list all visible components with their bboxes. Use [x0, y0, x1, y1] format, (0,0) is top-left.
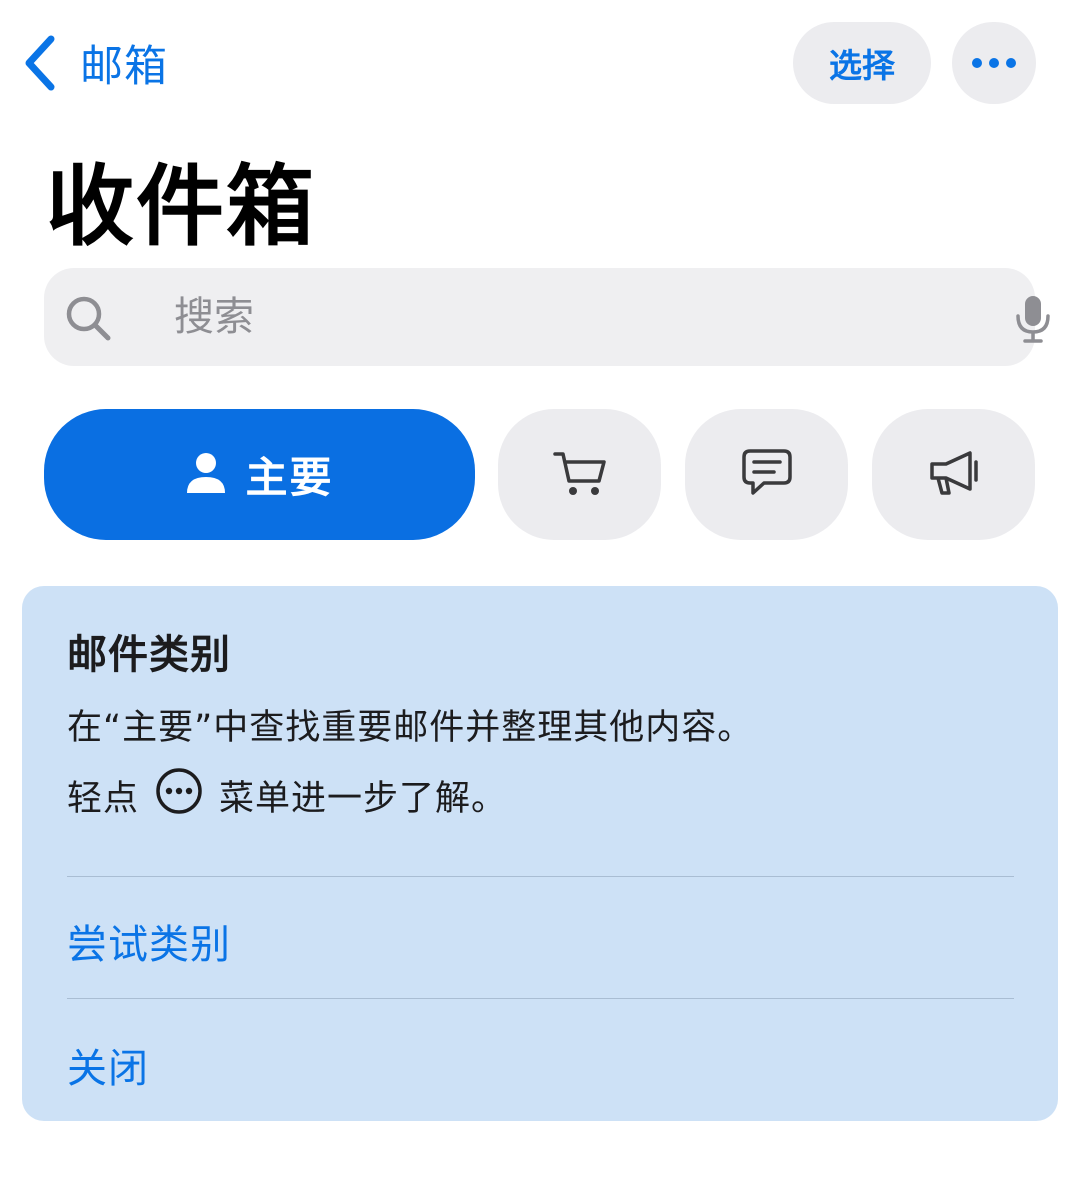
try-categories-button[interactable]: 尝试类别 — [67, 912, 231, 970]
ellipsis-circle-icon — [155, 767, 203, 824]
more-button[interactable] — [952, 22, 1036, 104]
tab-primary-label: 主要 — [245, 453, 334, 502]
card-hint-prefix: 轻点 — [67, 778, 140, 819]
select-button[interactable]: 选择 — [793, 22, 931, 104]
divider — [67, 876, 1014, 877]
divider — [67, 998, 1014, 999]
tab-primary[interactable]: 主要 — [44, 409, 475, 540]
megaphone-icon — [926, 448, 982, 502]
page-title: 收件箱 — [46, 155, 317, 258]
tab-updates[interactable] — [685, 409, 848, 540]
card-hint: 轻点 菜单进一步了解。 — [67, 767, 508, 820]
inbox-screen: 邮箱 选择 收件箱 搜索 主要 邮件类别 在“主要”中查找重要邮件并整理其他内容… — [0, 0, 1080, 1182]
back-label: 邮箱 — [80, 42, 168, 92]
categories-info-card: 邮件类别 在“主要”中查找重要邮件并整理其他内容。 轻点 菜单进一步了解。 尝试… — [22, 586, 1058, 1121]
person-icon — [185, 451, 227, 499]
tab-promotions[interactable] — [872, 409, 1035, 540]
chat-bubble-icon — [740, 447, 794, 503]
chevron-left-icon — [22, 34, 58, 92]
tab-transactions[interactable] — [498, 409, 661, 540]
microphone-icon[interactable] — [1010, 294, 1056, 348]
card-title: 邮件类别 — [67, 632, 231, 678]
card-hint-suffix: 菜单进一步了解。 — [219, 778, 508, 819]
card-description: 在“主要”中查找重要邮件并整理其他内容。 — [67, 708, 754, 748]
cart-icon — [552, 448, 608, 502]
ellipsis-icon — [971, 54, 1017, 73]
search-icon — [64, 294, 112, 346]
back-button[interactable]: 邮箱 — [22, 34, 168, 92]
search-input[interactable] — [174, 268, 954, 366]
close-button[interactable]: 关闭 — [67, 1036, 149, 1094]
search-bar[interactable] — [44, 268, 1050, 366]
